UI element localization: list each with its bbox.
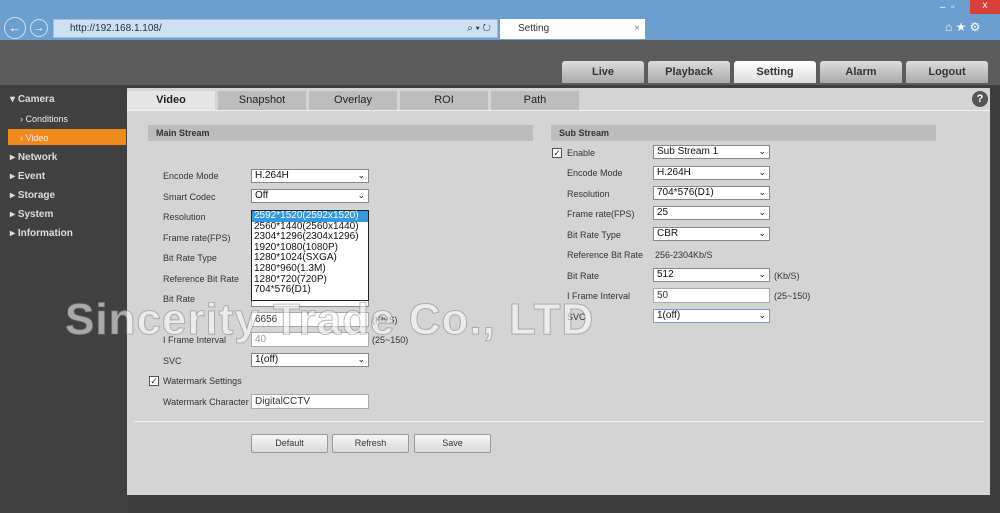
reference-bit-rate-value: 256-2304Kb/S — [655, 250, 713, 260]
sidebar-conditions[interactable]: › Conditions — [20, 114, 68, 124]
back-icon[interactable]: ← — [4, 17, 26, 39]
main-svc-select[interactable]: 1(off) ⌄ — [251, 353, 369, 367]
home-star-gear-icons[interactable]: ⌂ ★ ⚙ — [945, 20, 980, 34]
label-resolution: Resolution — [567, 189, 610, 199]
sub-enable-checkbox[interactable]: ✓ — [552, 148, 562, 158]
chevron-down-icon: ⌄ — [357, 354, 365, 364]
nav-logout[interactable]: Logout — [906, 61, 988, 83]
label-encode-mode: Encode Mode — [163, 171, 219, 181]
close-tab-icon[interactable]: × — [634, 19, 640, 39]
label-watermark-settings: Watermark Settings — [163, 376, 242, 386]
window-controls[interactable]: – ▫ — [940, 2, 955, 13]
refresh-button[interactable]: Refresh — [332, 434, 409, 453]
search-refresh-icon[interactable]: ⌕ ▾ ↻ — [467, 20, 491, 37]
save-button[interactable]: Save — [414, 434, 491, 453]
close-window-icon[interactable]: x — [970, 0, 1000, 14]
help-icon[interactable]: ? — [972, 91, 988, 107]
chevron-down-icon: ⌄ — [758, 269, 766, 279]
label-smart-codec: Smart Codec — [163, 192, 216, 202]
chevron-down-icon: ⌄ — [758, 187, 766, 197]
nav-live[interactable]: Live — [562, 61, 644, 83]
label-svc: SVC — [163, 356, 182, 366]
divider — [134, 421, 984, 422]
label-encode-mode: Encode Mode — [567, 168, 623, 178]
label-frame-rate: Frame rate(FPS) — [163, 233, 231, 243]
bit-rate-unit: (Kb/S) — [372, 315, 398, 325]
main-i-frame-input[interactable]: 40 — [251, 332, 369, 347]
address-bar[interactable]: http://192.168.1.108/ ⌕ ▾ ↻ — [53, 19, 498, 38]
label-bit-rate: Bit Rate — [163, 294, 196, 304]
sidebar-event[interactable]: ▸ Event — [10, 171, 45, 182]
sub-stream-select[interactable]: Sub Stream 1 ⌄ — [653, 145, 770, 159]
tab-video[interactable]: Video — [127, 91, 215, 110]
label-reference-bit-rate: Reference Bit Rate — [567, 250, 644, 260]
sub-resolution-select[interactable]: 704*576(D1) ⌄ — [653, 186, 770, 200]
chevron-down-icon: ⌄ — [758, 310, 766, 320]
watermark-character-input[interactable]: DigitalCCTV — [251, 394, 369, 409]
sub-bit-rate-select[interactable]: 512 ⌄ — [653, 268, 770, 282]
main-encode-mode-select[interactable]: H.264H ⌄ — [251, 169, 369, 183]
label-svc: SVC — [567, 312, 586, 322]
nav-playback[interactable]: Playback — [648, 61, 730, 83]
tab-roi[interactable]: ROI — [400, 91, 488, 110]
forward-icon[interactable]: → — [30, 19, 48, 37]
sub-encode-mode-select[interactable]: H.264H ⌄ — [653, 166, 770, 180]
tab-divider — [127, 110, 990, 111]
browser-tab[interactable]: Setting × — [500, 19, 645, 39]
default-button[interactable]: Default — [251, 434, 328, 453]
sidebar — [0, 85, 127, 513]
chevron-down-icon: ⌄ — [758, 228, 766, 238]
tab-snapshot[interactable]: Snapshot — [218, 91, 306, 110]
sidebar-network[interactable]: ▸ Network — [10, 152, 57, 163]
resolution-option[interactable]: 1280*960(1.3M) — [252, 263, 368, 275]
sidebar-storage[interactable]: ▸ Storage — [10, 190, 55, 201]
sub-svc-select[interactable]: 1(off) ⌄ — [653, 309, 770, 323]
chevron-down-icon: ⌄ — [357, 190, 365, 200]
label-bit-rate: Bit Rate — [567, 271, 600, 281]
label-bit-rate-type: Bit Rate Type — [163, 253, 217, 263]
tab-title: Setting — [518, 23, 550, 34]
i-frame-range: (25~150) — [774, 291, 811, 301]
chevron-down-icon: ⌄ — [357, 170, 365, 180]
tab-path[interactable]: Path — [491, 91, 579, 110]
main-bit-rate-input[interactable]: 6656 — [251, 312, 369, 327]
sub-fps-select[interactable]: 25 ⌄ — [653, 206, 770, 220]
tab-overlay[interactable]: Overlay — [309, 91, 397, 110]
url-text: http://192.168.1.108/ — [70, 23, 162, 34]
sidebar-system[interactable]: ▸ System — [10, 209, 53, 220]
sidebar-information[interactable]: ▸ Information — [10, 228, 73, 239]
label-frame-rate: Frame rate(FPS) — [567, 209, 635, 219]
i-frame-range: (25~150) — [372, 335, 409, 345]
label-reference-bit-rate: Reference Bit Rate — [163, 274, 240, 284]
nav-setting[interactable]: Setting — [734, 61, 816, 83]
main-stream-header: Main Stream — [148, 125, 533, 141]
resolution-dropdown-list[interactable]: 2592*1520(2592x1520) 2560*1440(2560x1440… — [251, 210, 369, 301]
label-i-frame-interval: I Frame Interval — [163, 335, 227, 345]
label-watermark-character: Watermark Character — [163, 397, 249, 407]
label-enable: Enable — [567, 148, 596, 158]
sidebar-camera[interactable]: ▾ Camera — [10, 94, 55, 105]
sub-stream-header: Sub Stream — [551, 125, 936, 141]
chevron-down-icon: ⌄ — [758, 167, 766, 177]
resolution-option[interactable]: 704*576(D1) — [252, 285, 368, 296]
main-smart-codec-select[interactable]: Off ⌄ — [251, 189, 369, 203]
sidebar-video[interactable]: › Video — [20, 133, 48, 143]
chevron-down-icon: ⌄ — [758, 207, 766, 217]
resolution-option[interactable]: 2592*1520(2592x1520) — [252, 210, 368, 222]
chevron-down-icon: ⌄ — [758, 146, 766, 156]
label-resolution: Resolution — [163, 212, 206, 222]
sub-bit-rate-type-select[interactable]: CBR ⌄ — [653, 227, 770, 241]
nav-alarm[interactable]: Alarm — [820, 61, 902, 83]
sub-i-frame-input[interactable]: 50 — [653, 288, 770, 303]
label-bit-rate-type: Bit Rate Type — [567, 230, 621, 240]
label-i-frame-interval: I Frame Interval — [567, 291, 631, 301]
bit-rate-unit: (Kb/S) — [774, 271, 800, 281]
watermark-checkbox[interactable]: ✓ — [149, 376, 159, 386]
